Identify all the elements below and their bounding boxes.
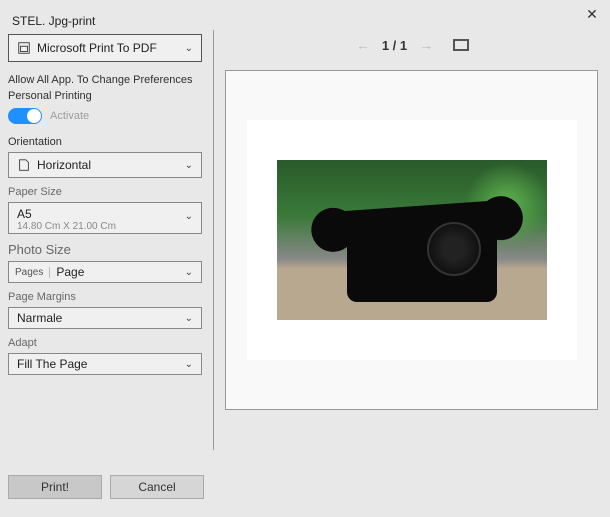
prev-page-icon[interactable]: ← <box>356 37 370 53</box>
fullscreen-icon[interactable] <box>453 39 469 51</box>
chevron-down-icon: ⌄ <box>185 359 193 370</box>
chevron-down-icon: ⌄ <box>185 160 193 171</box>
activate-label: Activate <box>50 110 89 122</box>
page-margins-label: Page Margins <box>8 291 208 303</box>
printer-select[interactable]: Microsoft Print To PDF ⌄ <box>8 34 202 62</box>
photo-size-label: Photo Size <box>8 242 208 257</box>
action-buttons: Print! Cancel <box>8 475 204 499</box>
orientation-label: Orientation <box>8 136 208 148</box>
print-button[interactable]: Print! <box>8 475 102 499</box>
paper-size-dimensions: 14.80 Cm X 21.00 Cm <box>17 221 193 232</box>
paper-size-select[interactable]: A5 14.80 Cm X 21.00 Cm ⌄ <box>8 202 202 234</box>
cancel-button[interactable]: Cancel <box>110 475 204 499</box>
adapt-label: Adapt <box>8 337 208 349</box>
activate-toggle[interactable] <box>8 108 42 124</box>
orientation-selected-label: Horizontal <box>37 158 185 172</box>
adapt-select[interactable]: Fill The Page ⌄ <box>8 353 202 375</box>
permissions-label-2: Personal Printing <box>8 90 208 102</box>
next-page-icon[interactable]: → <box>419 37 433 53</box>
photo-size-select[interactable]: Pages Page ⌄ <box>8 261 202 283</box>
chevron-down-icon: ⌄ <box>185 211 193 222</box>
page-margins-select[interactable]: Narmale ⌄ <box>8 307 202 329</box>
preview-box <box>225 70 598 410</box>
photo-size-prefix: Pages <box>9 267 50 278</box>
preview-photo <box>277 160 547 320</box>
chevron-down-icon: ⌄ <box>185 43 193 54</box>
orientation-select[interactable]: Horizontal ⌄ <box>8 152 202 178</box>
chevron-down-icon: ⌄ <box>185 267 201 278</box>
page-icon <box>17 158 31 172</box>
adapt-selected-label: Fill The Page <box>17 357 185 371</box>
preview-page <box>247 120 577 360</box>
settings-sidebar: Microsoft Print To PDF ⌄ Allow All App. … <box>8 34 208 454</box>
divider <box>213 30 214 450</box>
close-icon[interactable]: ✕ <box>582 4 602 24</box>
page-indicator: 1 / 1 <box>382 38 407 53</box>
paper-size-selected-label: A5 <box>17 207 193 221</box>
paper-size-label: Paper Size <box>8 186 208 198</box>
printer-icon <box>17 41 31 55</box>
chevron-down-icon: ⌄ <box>185 313 193 324</box>
preview-area: ← 1 / 1 → <box>225 30 600 460</box>
page-navigation: ← 1 / 1 → <box>225 30 600 60</box>
window-title: STEL. Jpg-print <box>12 14 95 28</box>
page-margins-selected-label: Narmale <box>17 311 185 325</box>
photo-size-selected-label: Page <box>50 265 184 279</box>
printer-selected-label: Microsoft Print To PDF <box>37 41 185 55</box>
permissions-label: Allow All App. To Change Preferences <box>8 74 208 86</box>
